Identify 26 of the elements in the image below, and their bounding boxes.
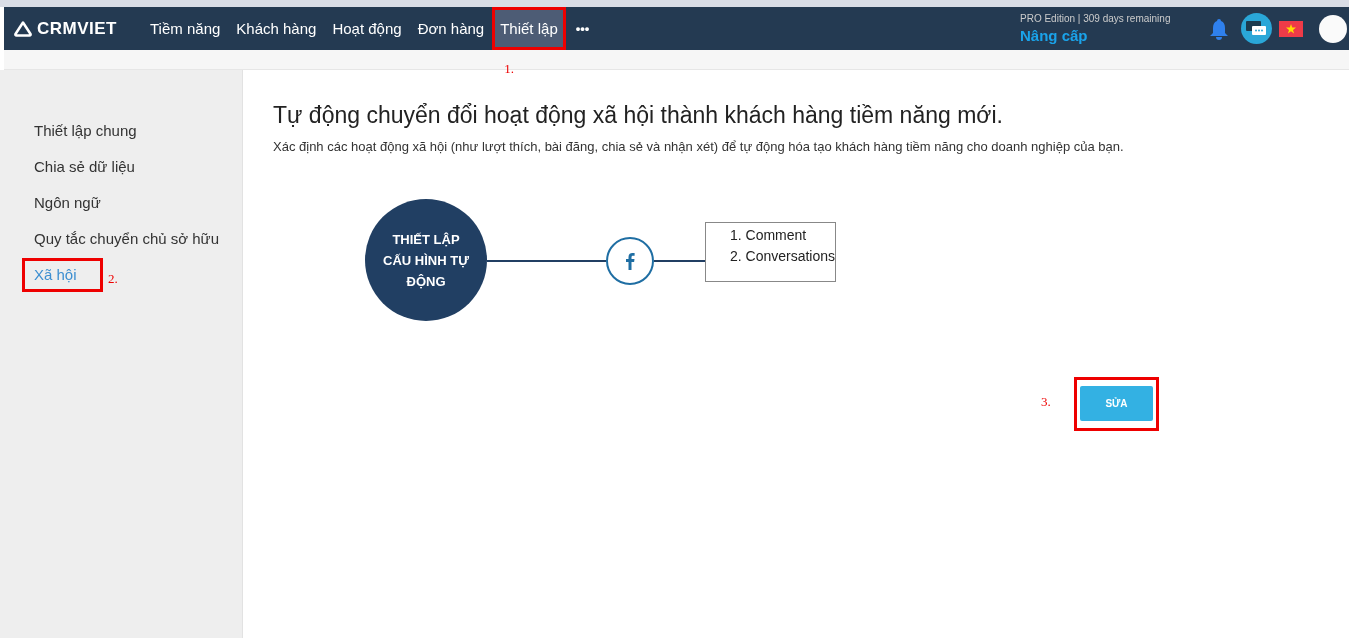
upgrade-link[interactable]: Nâng cấp bbox=[1020, 27, 1196, 44]
flag-icon[interactable] bbox=[1279, 20, 1303, 37]
activity-item: 2. Conversations bbox=[730, 247, 835, 266]
bell-icon[interactable] bbox=[1209, 17, 1229, 40]
nav-tab[interactable]: Đơn hàng bbox=[409, 7, 493, 50]
avatar-icon[interactable] bbox=[1319, 14, 1347, 43]
annotation-number: 3. bbox=[1041, 394, 1051, 410]
sidebar-item[interactable]: Quy tắc chuyển chủ sở hữu bbox=[22, 226, 231, 252]
nav-tab[interactable]: Khách hàng bbox=[228, 7, 325, 50]
edition-info: PRO Edition | 309 days remaining bbox=[1020, 13, 1172, 24]
nav-tab[interactable]: Hoạt động bbox=[324, 7, 410, 50]
nav-tab[interactable]: Tiềm năng bbox=[142, 7, 229, 50]
sidebar-item[interactable]: Chia sẻ dữ liệu bbox=[22, 154, 147, 180]
chat-icon[interactable] bbox=[1241, 13, 1272, 44]
sidebar-item[interactable]: Thiết lập chung bbox=[22, 118, 149, 144]
logo-icon bbox=[14, 20, 32, 37]
more-menu[interactable]: ••• bbox=[565, 21, 600, 36]
page-description: Xác định các hoạt động xã hội (như lượt thích, bài đăng, chia sẻ và nhận xét) để tự động hóa tạo khách hàng tiềm năng cho doanh nghiệp của bạn. bbox=[273, 139, 1125, 154]
sidebar-item[interactable]: Ngôn ngữ bbox=[22, 190, 113, 216]
activity-item: 1. Comment bbox=[730, 226, 808, 245]
annotation-number: 1. bbox=[504, 61, 514, 77]
facebook-icon bbox=[625, 252, 635, 270]
annotation-number: 2. bbox=[108, 270, 118, 287]
workflow-node: THIẾT LẬP CẤU HÌNH TỰ ĐỘNG bbox=[365, 199, 487, 321]
brand-name: CRMVIET bbox=[37, 18, 117, 39]
page-heading: Tự động chuyển đổi hoạt động xã hội thành khách hàng tiềm năng mới. bbox=[273, 102, 1004, 129]
